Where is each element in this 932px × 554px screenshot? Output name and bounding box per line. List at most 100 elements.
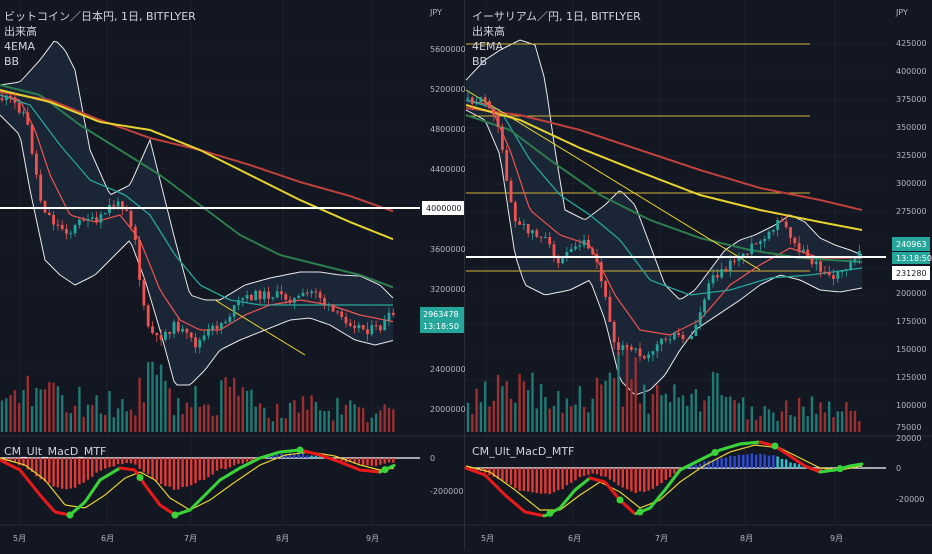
btc-macd-histogram-bar <box>392 458 394 463</box>
eth-volume-bar <box>566 398 568 432</box>
eth-y-tick: 425000 <box>896 39 927 48</box>
btc-macd-histogram-bar <box>246 458 248 462</box>
eth-volume-bar <box>622 407 624 432</box>
eth-candle <box>682 335 685 339</box>
btc-volume-bar <box>255 407 257 432</box>
btc-volume-bar <box>65 412 67 432</box>
btc-indicator-name[interactable]: CM_Ult_MacD_MTF <box>4 445 106 458</box>
btc-candle <box>112 205 115 207</box>
eth-volume-bar <box>781 411 783 432</box>
btc-macd-histogram-bar <box>74 458 76 488</box>
btc-candle <box>254 291 257 300</box>
btc-candle <box>138 240 141 280</box>
btc-volume-bar <box>134 415 136 432</box>
btc-x-tick: 7月 <box>184 534 197 543</box>
btc-unit-label: JPY <box>429 8 442 17</box>
eth-title: イーサリアム／円, 1日, BITFLYER <box>472 10 641 23</box>
eth-volume-bar <box>518 374 520 432</box>
btc-volume-bar <box>246 391 248 432</box>
chart-window: ビットコイン／日本円, 1日, BITFLYER 出来高 4EMA BB CM_… <box>0 0 932 550</box>
btc-volume-bar <box>121 399 123 432</box>
eth-y-tick: 350000 <box>896 123 927 132</box>
btc-candle <box>69 233 72 234</box>
btc-volume-bar <box>5 398 7 432</box>
btc-legend-ema[interactable]: 4EMA <box>4 40 35 53</box>
btc-volume-bar <box>57 386 59 432</box>
eth-candle <box>656 344 659 351</box>
eth-legend-ema[interactable]: 4EMA <box>472 40 503 53</box>
eth-macd-histogram-bar <box>798 464 800 468</box>
eth-legend-volume[interactable]: 出来高 <box>472 24 505 38</box>
btc-volume-bar <box>216 415 218 432</box>
btc-candle <box>315 291 318 292</box>
btc-candle <box>164 332 167 340</box>
eth-volume-bar <box>471 414 473 432</box>
eth-macd-histogram-bar <box>755 455 757 468</box>
btc-candle <box>220 323 223 329</box>
btc-macd-histogram-bar <box>186 458 188 487</box>
eth-volume-bar <box>497 375 499 432</box>
eth-macd-histogram-bar <box>583 468 585 476</box>
btc-candle <box>229 317 232 322</box>
btc-volume-bar <box>156 375 158 432</box>
eth-candle <box>750 244 753 255</box>
btc-volume-bar <box>242 387 244 432</box>
eth-macd-histogram-bar <box>596 468 598 474</box>
btc-candle <box>302 293 305 296</box>
eth-volume-bar <box>695 389 697 432</box>
eth-volume-bar <box>527 390 529 432</box>
eth-volume-bar <box>768 409 770 432</box>
btc-volume-bar <box>31 406 33 432</box>
eth-candle <box>484 97 487 101</box>
btc-candle <box>48 213 51 215</box>
btc-macd-histogram-bar <box>173 458 175 490</box>
eth-volume-bar <box>609 373 611 432</box>
eth-macd-histogram-bar <box>781 459 783 468</box>
btc-macd-histogram-bar <box>61 458 63 489</box>
btc-candle <box>241 298 244 300</box>
eth-macd-histogram-bar <box>725 458 727 468</box>
eth-legend-bb[interactable]: BB <box>472 55 487 68</box>
btc-legend-volume[interactable]: 出来高 <box>4 24 37 38</box>
eth-y-tick: 400000 <box>896 67 927 76</box>
btc-legend-bb[interactable]: BB <box>4 55 19 68</box>
btc-volume-bar <box>194 386 196 432</box>
eth-candle <box>475 102 478 104</box>
eth-volume-bar <box>531 373 533 432</box>
btc-volume-bar <box>35 388 37 432</box>
btc-macd-histogram-bar <box>113 458 115 466</box>
eth-indicator-name[interactable]: CM_Ult_MacD_MTF <box>472 445 574 458</box>
btc-candle <box>82 220 85 221</box>
btc-volume-bar <box>362 408 364 432</box>
eth-candle <box>630 347 633 350</box>
btc-volume-bar <box>108 391 110 432</box>
eth-macd-histogram-bar <box>622 468 624 488</box>
eth-macd-histogram-bar <box>579 468 581 477</box>
eth-volume-bar <box>626 345 628 432</box>
btc-macd-histogram-bar <box>117 458 119 464</box>
btc-candle <box>246 295 249 299</box>
eth-candle <box>548 237 551 244</box>
btc-volume-bar <box>91 405 93 432</box>
eth-candle <box>677 333 680 335</box>
eth-macd-histogram-bar <box>540 468 542 494</box>
btc-volume-bar <box>199 407 201 432</box>
btc-candle <box>117 201 120 206</box>
eth-macd-tick: 20000 <box>896 434 921 443</box>
eth-volume-bar <box>746 419 748 432</box>
btc-volume-bar <box>237 396 239 432</box>
eth-volume-bar <box>669 402 671 432</box>
eth-volume-bar <box>544 397 546 432</box>
eth-candle <box>845 269 848 270</box>
eth-volume-bar <box>721 395 723 432</box>
eth-volume-bar <box>785 401 787 432</box>
eth-candle <box>815 261 818 264</box>
btc-macd-histogram-bar <box>375 458 377 466</box>
btc-volume-bar <box>315 402 317 432</box>
btc-candle <box>379 326 382 331</box>
btc-candle <box>267 292 270 299</box>
eth-volume-bar <box>596 378 598 432</box>
btc-candle <box>353 326 356 328</box>
eth-volume-bar <box>802 407 804 432</box>
eth-volume-bar <box>587 412 589 432</box>
